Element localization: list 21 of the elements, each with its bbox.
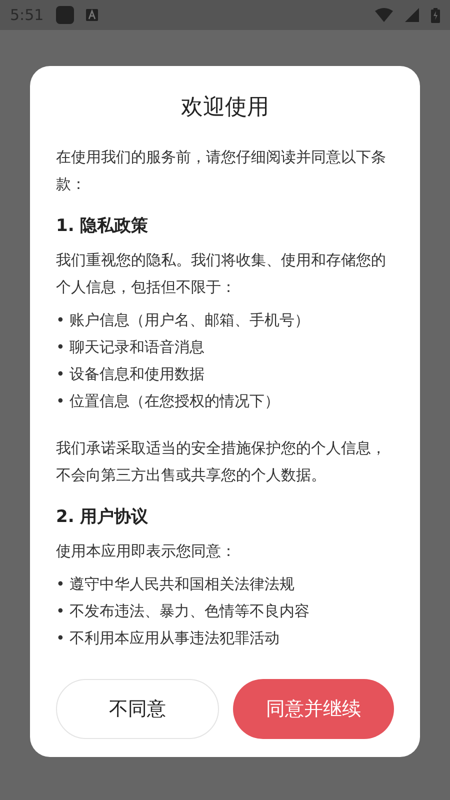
dialog-title: 欢迎使用 [180, 94, 270, 122]
paragraph-text: 在使用我们的服务前，请您仔细阅读并同意以下条款： [56, 147, 387, 195]
section-heading: 1. 隐私政策 [56, 215, 150, 237]
letter-notification-icon [86, 9, 98, 21]
bullet-item: • 设备信息和使用数据 [56, 364, 206, 385]
bullet-item: • 不利用本应用从事违法犯罪活动 [56, 628, 281, 649]
signal-icon [405, 8, 419, 22]
paragraph-text: 我们承诺采取适当的安全措施保护您的个人信息，不会向第三方出售或共享您的个人数据。 [56, 438, 387, 486]
bullet-item: • 账户信息（用户名、邮箱、手机号） [56, 310, 311, 331]
paragraph-text: 使用本应用即表示您同意： [56, 541, 237, 562]
bullet-item: • 遵守中华人民共和国相关法律法规 [56, 574, 296, 595]
paragraph-text: 我们重视您的隐私。我们将收集、使用和存储您的个人信息，包括但不限于： [56, 250, 387, 298]
disagree-button[interactable]: 不同意 [56, 679, 219, 739]
agree-button[interactable]: 同意并继续 [233, 679, 394, 739]
wifi-icon [375, 8, 393, 22]
app-notification-icon [56, 6, 74, 24]
bullet-item: • 不发布违法、暴力、色情等不良内容 [56, 601, 311, 622]
bullet-item: • 位置信息（在您授权的情况下） [56, 391, 281, 412]
bullet-item: • 聊天记录和语音消息 [56, 337, 206, 358]
battery-icon [431, 8, 440, 22]
section-heading: 2. 用户协议 [56, 506, 150, 528]
